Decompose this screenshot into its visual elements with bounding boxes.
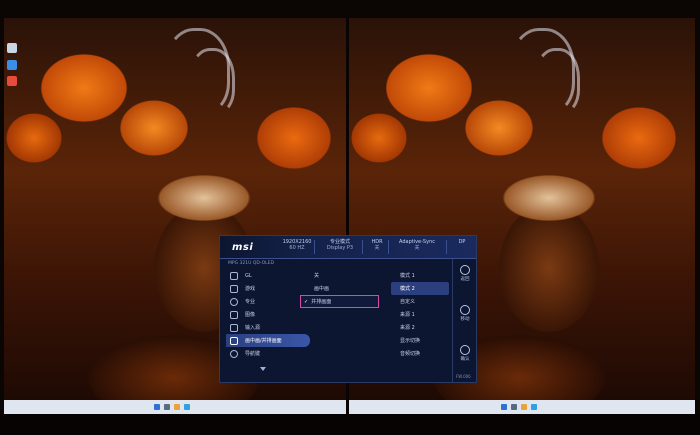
- osd-header: msi 1920X2160 60 HZ 专业模式 Display P3 HDR …: [220, 236, 476, 259]
- navigation-key-icon: [230, 349, 238, 358]
- option-display-switch[interactable]: 显示切换: [391, 334, 449, 347]
- browser-icon[interactable]: [531, 404, 537, 410]
- input-port-status: DP: [458, 239, 466, 245]
- star-icon: [230, 297, 238, 306]
- confirm-icon: [460, 345, 470, 355]
- option-custom[interactable]: 自定义: [391, 295, 449, 308]
- side-controls: 返回 移动 确认: [452, 259, 476, 382]
- folder-icon[interactable]: [174, 404, 180, 410]
- confirm-button[interactable]: 确认: [458, 345, 472, 362]
- pbp-submenu-options: 模式 1 模式 2 自定义 来源 1 来源 2 显示切换 音频切换: [391, 269, 449, 360]
- option-source-2[interactable]: 来源 2: [391, 321, 449, 334]
- option-pip[interactable]: 画中画: [302, 282, 386, 295]
- adaptive-sync-status: Adaptive-Sync 关: [399, 239, 435, 251]
- recycle-bin-icon[interactable]: [7, 43, 17, 53]
- header-separator: [362, 240, 363, 254]
- menu-item-navigation-key[interactable]: 导航键: [226, 347, 310, 360]
- steam-decoration: [534, 48, 580, 114]
- move-icon: [460, 305, 470, 315]
- option-mode-2[interactable]: 模式 2: [391, 282, 449, 295]
- back-icon: [460, 265, 470, 275]
- option-source-1[interactable]: 来源 1: [391, 308, 449, 321]
- gamepad-icon: [230, 284, 238, 293]
- menu-item-pip-pbp[interactable]: 画中画/并排画面: [226, 334, 310, 347]
- chevron-down-icon[interactable]: [260, 367, 266, 371]
- monitor-bezel: [0, 414, 700, 435]
- taskbar-left: [4, 400, 346, 414]
- pip-icon: [230, 336, 238, 345]
- input-source-icon: [230, 323, 238, 332]
- firmware-version: FW.006: [456, 374, 471, 379]
- pip-mode-options: 关 画中画 ✓ 并排画面: [300, 269, 386, 308]
- msi-logo: msi: [232, 242, 254, 253]
- search-icon[interactable]: [164, 404, 170, 410]
- menu-item-gaming[interactable]: 游戏: [226, 282, 310, 295]
- resolution-status: 1920X2160 60 HZ: [282, 239, 312, 251]
- option-off[interactable]: 关: [302, 269, 386, 282]
- checkmark-icon: ✓: [304, 298, 309, 305]
- model-name: MPG 321U QD-OLED: [228, 261, 274, 266]
- osd-menu: msi 1920X2160 60 HZ 专业模式 Display P3 HDR …: [219, 235, 477, 383]
- header-separator: [314, 240, 315, 254]
- desktop-app-icon[interactable]: [7, 76, 17, 86]
- mode-status: 专业模式 Display P3: [326, 239, 354, 251]
- back-button[interactable]: 返回: [458, 265, 472, 282]
- image-icon: [230, 310, 238, 319]
- menu-item-professional[interactable]: 专业: [226, 295, 310, 308]
- taskbar-right: [349, 400, 695, 414]
- browser-icon[interactable]: [184, 404, 190, 410]
- header-separator: [446, 240, 447, 254]
- option-pbp-selected[interactable]: ✓ 并排画面: [300, 295, 379, 308]
- steam-decoration: [189, 48, 235, 114]
- menu-item-gl[interactable]: GL: [226, 269, 310, 282]
- search-icon[interactable]: [511, 404, 517, 410]
- menu-item-input-source[interactable]: 输入源: [226, 321, 310, 334]
- option-mode-1[interactable]: 模式 1: [391, 269, 449, 282]
- hdr-status: HDR 关: [371, 239, 383, 251]
- header-separator: [388, 240, 389, 254]
- option-audio-switch[interactable]: 音频切换: [391, 347, 449, 360]
- menu-item-image[interactable]: 图像: [226, 308, 310, 321]
- main-menu: GL 游戏 专业 图像 输入源 画中画/并排画面 导航键: [226, 269, 310, 360]
- move-button[interactable]: 移动: [458, 305, 472, 322]
- start-icon[interactable]: [154, 404, 160, 410]
- desktop-app-icon[interactable]: [7, 60, 17, 70]
- start-icon[interactable]: [501, 404, 507, 410]
- folder-icon[interactable]: [521, 404, 527, 410]
- gl-icon: [230, 271, 238, 280]
